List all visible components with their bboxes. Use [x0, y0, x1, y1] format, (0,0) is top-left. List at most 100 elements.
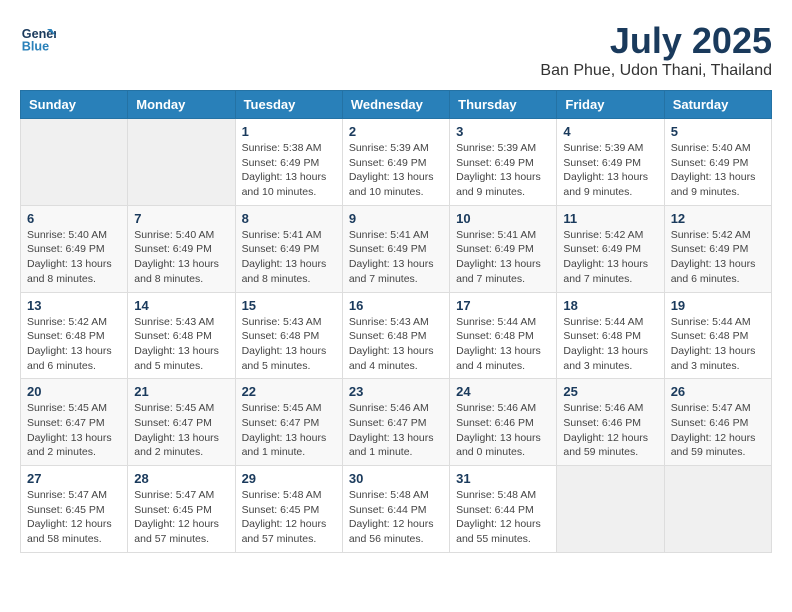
calendar-table: SundayMondayTuesdayWednesdayThursdayFrid… — [20, 90, 772, 553]
day-info: Sunrise: 5:45 AM Sunset: 6:47 PM Dayligh… — [134, 401, 228, 460]
day-cell: 11 Sunrise: 5:42 AM Sunset: 6:49 PM Dayli… — [557, 205, 664, 292]
day-cell — [557, 466, 664, 553]
logo-icon: General Blue — [20, 20, 56, 56]
day-number: 28 — [134, 471, 228, 486]
day-cell: 23 Sunrise: 5:46 AM Sunset: 6:47 PM Dayli… — [342, 379, 449, 466]
month-title: July 2025 — [540, 20, 772, 62]
day-cell: 6Sunrise: 5:40 AM Sunset: 6:49 PM Daylig… — [21, 205, 128, 292]
day-number: 1 — [242, 124, 336, 139]
day-info: Sunrise: 5:41 AM Sunset: 6:49 PM Dayligh… — [242, 228, 336, 287]
day-number: 26 — [671, 384, 765, 399]
day-cell: 7 Sunrise: 5:40 AM Sunset: 6:49 PM Daylig… — [128, 205, 235, 292]
weekday-header-friday: Friday — [557, 91, 664, 119]
day-info: Sunrise: 5:45 AM Sunset: 6:47 PM Dayligh… — [27, 401, 121, 460]
day-cell — [664, 466, 771, 553]
day-number: 29 — [242, 471, 336, 486]
day-number: 11 — [563, 211, 657, 226]
day-info: Sunrise: 5:40 AM Sunset: 6:49 PM Dayligh… — [134, 228, 228, 287]
day-info: Sunrise: 5:46 AM Sunset: 6:46 PM Dayligh… — [563, 401, 657, 460]
day-cell: 30Sunrise: 5:48 AM Sunset: 6:44 PM Dayli… — [342, 466, 449, 553]
day-cell: 2Sunrise: 5:39 AM Sunset: 6:49 PM Daylig… — [342, 119, 449, 206]
day-cell: 10 Sunrise: 5:41 AM Sunset: 6:49 PM Dayli… — [450, 205, 557, 292]
day-cell: 5 Sunrise: 5:40 AM Sunset: 6:49 PM Daylig… — [664, 119, 771, 206]
week-row-4: 20 Sunrise: 5:45 AM Sunset: 6:47 PM Dayli… — [21, 379, 772, 466]
day-cell: 1 Sunrise: 5:38 AM Sunset: 6:49 PM Daylig… — [235, 119, 342, 206]
day-info: Sunrise: 5:41 AM Sunset: 6:49 PM Dayligh… — [349, 228, 443, 287]
weekday-header-tuesday: Tuesday — [235, 91, 342, 119]
logo: General Blue — [20, 20, 56, 56]
weekday-header-saturday: Saturday — [664, 91, 771, 119]
day-info: Sunrise: 5:41 AM Sunset: 6:49 PM Dayligh… — [456, 228, 550, 287]
day-cell: 27 Sunrise: 5:47 AM Sunset: 6:45 PM Dayli… — [21, 466, 128, 553]
day-cell: 22Sunrise: 5:45 AM Sunset: 6:47 PM Dayli… — [235, 379, 342, 466]
day-cell: 4 Sunrise: 5:39 AM Sunset: 6:49 PM Daylig… — [557, 119, 664, 206]
weekday-header-wednesday: Wednesday — [342, 91, 449, 119]
day-info: Sunrise: 5:47 AM Sunset: 6:46 PM Dayligh… — [671, 401, 765, 460]
day-number: 27 — [27, 471, 121, 486]
day-number: 22 — [242, 384, 336, 399]
day-info: Sunrise: 5:43 AM Sunset: 6:48 PM Dayligh… — [242, 315, 336, 374]
day-number: 17 — [456, 298, 550, 313]
day-number: 7 — [134, 211, 228, 226]
day-number: 14 — [134, 298, 228, 313]
day-number: 24 — [456, 384, 550, 399]
day-number: 8 — [242, 211, 336, 226]
day-cell: 29 Sunrise: 5:48 AM Sunset: 6:45 PM Dayli… — [235, 466, 342, 553]
day-info: Sunrise: 5:43 AM Sunset: 6:48 PM Dayligh… — [134, 315, 228, 374]
day-info: Sunrise: 5:44 AM Sunset: 6:48 PM Dayligh… — [671, 315, 765, 374]
day-number: 5 — [671, 124, 765, 139]
day-cell: 21 Sunrise: 5:45 AM Sunset: 6:47 PM Dayli… — [128, 379, 235, 466]
page-header: General Blue July 2025 Ban Phue, Udon Th… — [20, 20, 772, 80]
title-block: July 2025 Ban Phue, Udon Thani, Thailand — [540, 20, 772, 80]
day-info: Sunrise: 5:38 AM Sunset: 6:49 PM Dayligh… — [242, 141, 336, 200]
day-cell: 31 Sunrise: 5:48 AM Sunset: 6:44 PM Dayli… — [450, 466, 557, 553]
day-cell — [128, 119, 235, 206]
svg-text:Blue: Blue — [22, 40, 49, 54]
day-cell: 18 Sunrise: 5:44 AM Sunset: 6:48 PM Dayli… — [557, 292, 664, 379]
day-number: 31 — [456, 471, 550, 486]
day-info: Sunrise: 5:46 AM Sunset: 6:47 PM Dayligh… — [349, 401, 443, 460]
location-title: Ban Phue, Udon Thani, Thailand — [540, 62, 772, 80]
day-cell: 12 Sunrise: 5:42 AM Sunset: 6:49 PM Dayli… — [664, 205, 771, 292]
day-cell: 8 Sunrise: 5:41 AM Sunset: 6:49 PM Daylig… — [235, 205, 342, 292]
day-info: Sunrise: 5:46 AM Sunset: 6:46 PM Dayligh… — [456, 401, 550, 460]
day-info: Sunrise: 5:48 AM Sunset: 6:44 PM Dayligh… — [456, 488, 550, 547]
day-number: 9 — [349, 211, 443, 226]
day-number: 12 — [671, 211, 765, 226]
day-number: 10 — [456, 211, 550, 226]
day-cell: 19Sunrise: 5:44 AM Sunset: 6:48 PM Dayli… — [664, 292, 771, 379]
day-cell — [21, 119, 128, 206]
day-info: Sunrise: 5:48 AM Sunset: 6:45 PM Dayligh… — [242, 488, 336, 547]
day-number: 25 — [563, 384, 657, 399]
day-info: Sunrise: 5:47 AM Sunset: 6:45 PM Dayligh… — [27, 488, 121, 547]
day-number: 4 — [563, 124, 657, 139]
week-row-3: 13Sunrise: 5:42 AM Sunset: 6:48 PM Dayli… — [21, 292, 772, 379]
day-cell: 16Sunrise: 5:43 AM Sunset: 6:48 PM Dayli… — [342, 292, 449, 379]
day-number: 15 — [242, 298, 336, 313]
day-number: 21 — [134, 384, 228, 399]
day-cell: 14 Sunrise: 5:43 AM Sunset: 6:48 PM Dayli… — [128, 292, 235, 379]
day-info: Sunrise: 5:40 AM Sunset: 6:49 PM Dayligh… — [671, 141, 765, 200]
day-info: Sunrise: 5:47 AM Sunset: 6:45 PM Dayligh… — [134, 488, 228, 547]
day-cell: 9 Sunrise: 5:41 AM Sunset: 6:49 PM Daylig… — [342, 205, 449, 292]
day-number: 30 — [349, 471, 443, 486]
day-number: 23 — [349, 384, 443, 399]
day-number: 6 — [27, 211, 121, 226]
day-number: 18 — [563, 298, 657, 313]
day-cell: 17 Sunrise: 5:44 AM Sunset: 6:48 PM Dayli… — [450, 292, 557, 379]
week-row-2: 6 Sunrise: 5:40 AM Sunset: 6:49 PM Daylig… — [21, 205, 772, 292]
day-number: 13 — [27, 298, 121, 313]
day-cell: 26 Sunrise: 5:47 AM Sunset: 6:46 PM Dayli… — [664, 379, 771, 466]
day-number: 20 — [27, 384, 121, 399]
day-info: Sunrise: 5:44 AM Sunset: 6:48 PM Dayligh… — [456, 315, 550, 374]
day-cell: 13Sunrise: 5:42 AM Sunset: 6:48 PM Dayli… — [21, 292, 128, 379]
day-cell: 24 Sunrise: 5:46 AM Sunset: 6:46 PM Dayli… — [450, 379, 557, 466]
day-info: Sunrise: 5:39 AM Sunset: 6:49 PM Dayligh… — [563, 141, 657, 200]
weekday-header-monday: Monday — [128, 91, 235, 119]
day-info: Sunrise: 5:43 AM Sunset: 6:48 PM Dayligh… — [349, 315, 443, 374]
day-number: 2 — [349, 124, 443, 139]
day-info: Sunrise: 5:42 AM Sunset: 6:49 PM Dayligh… — [671, 228, 765, 287]
weekday-header-row: SundayMondayTuesdayWednesdayThursdayFrid… — [21, 91, 772, 119]
day-info: Sunrise: 5:42 AM Sunset: 6:49 PM Dayligh… — [563, 228, 657, 287]
day-info: Sunrise: 5:44 AM Sunset: 6:48 PM Dayligh… — [563, 315, 657, 374]
